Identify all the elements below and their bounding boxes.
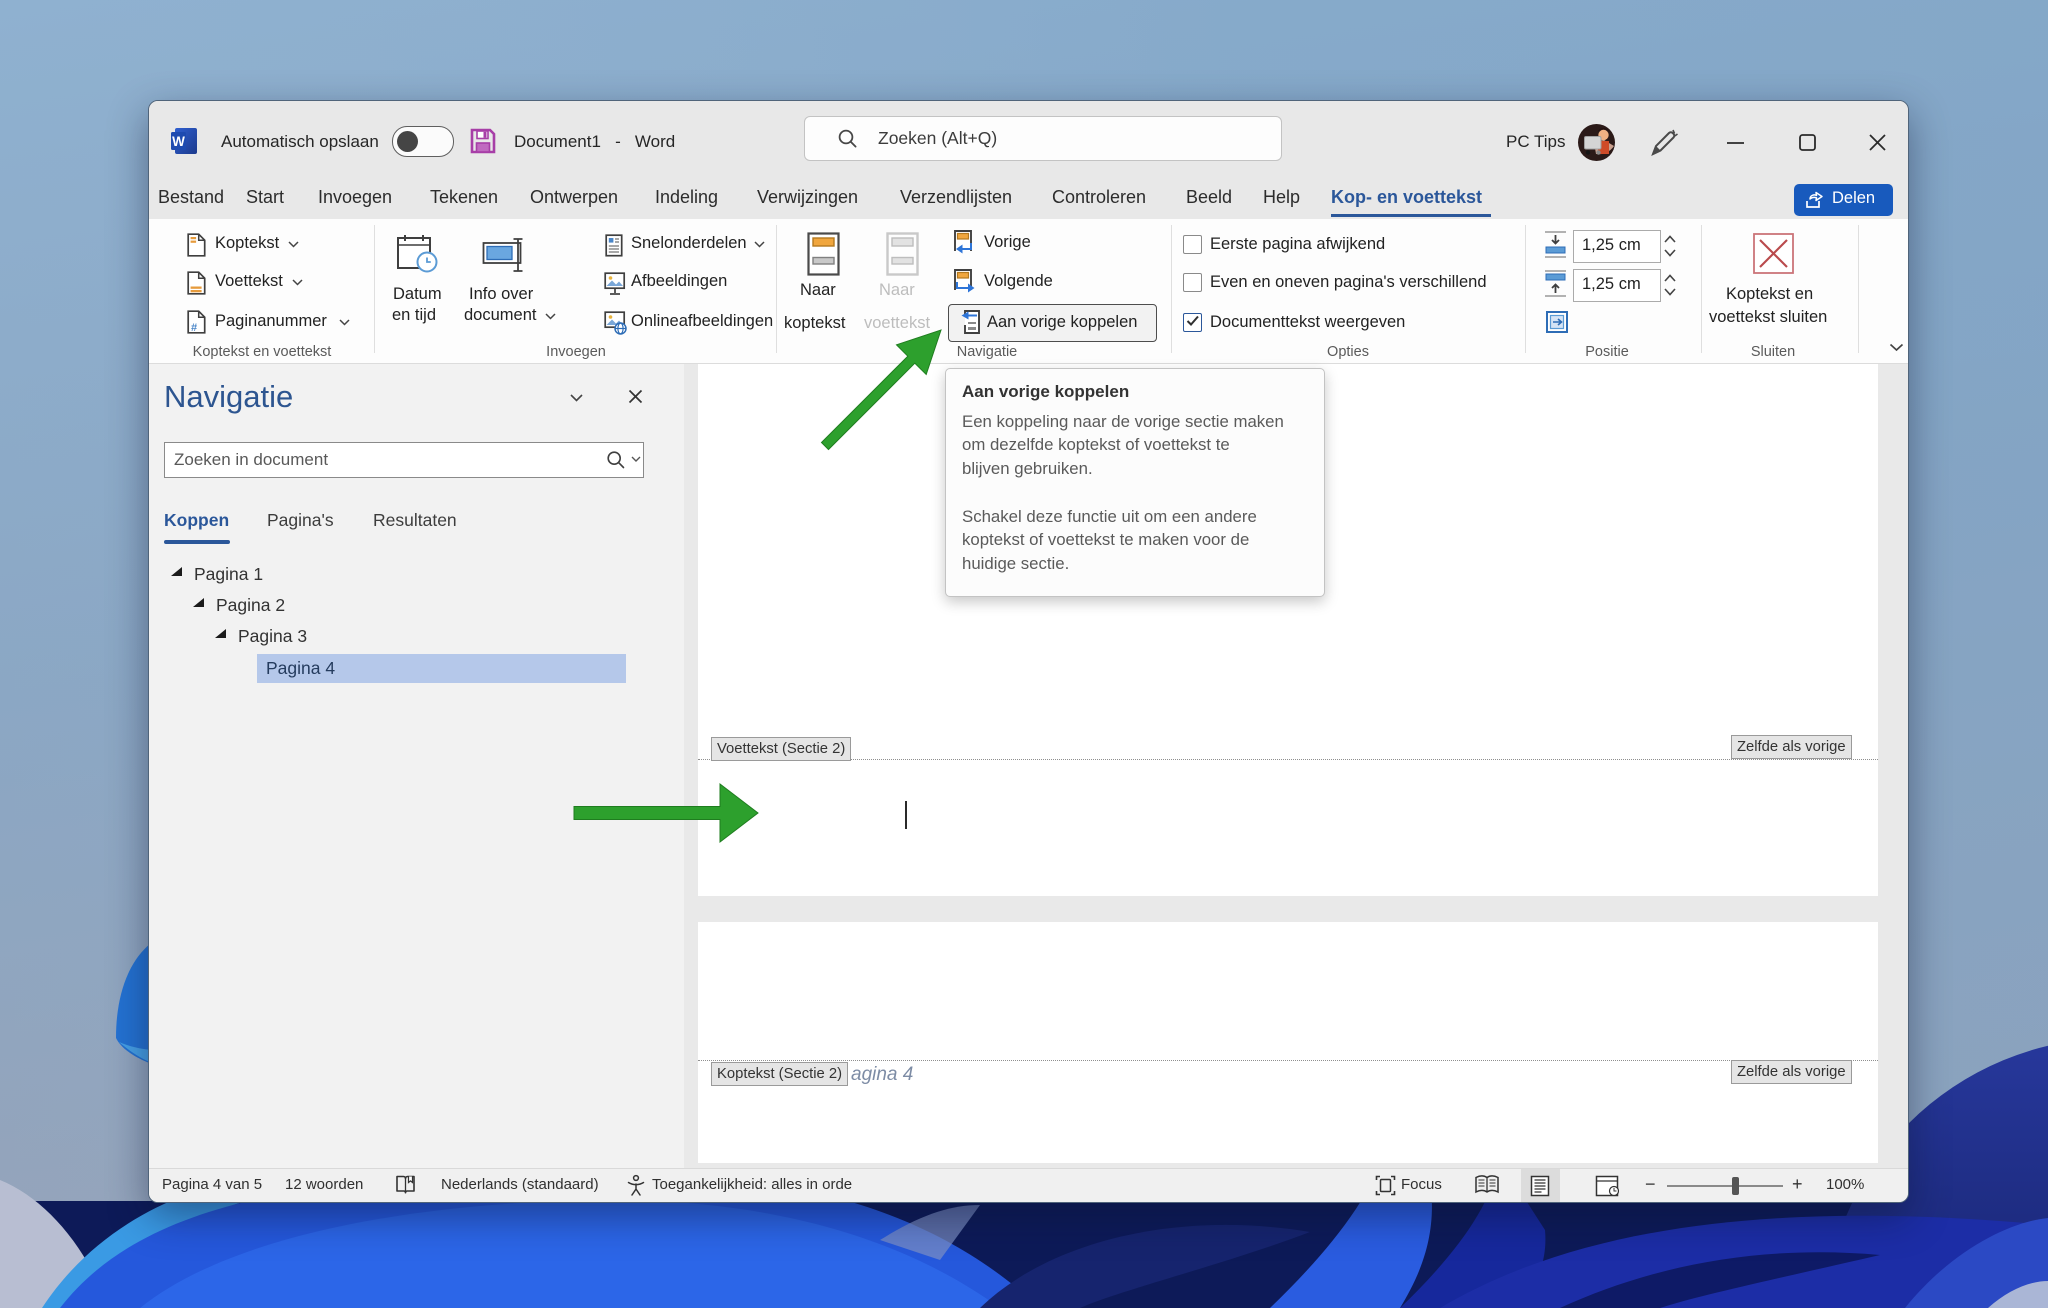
svg-text:W: W (172, 134, 185, 149)
svg-text:#: # (191, 322, 197, 334)
